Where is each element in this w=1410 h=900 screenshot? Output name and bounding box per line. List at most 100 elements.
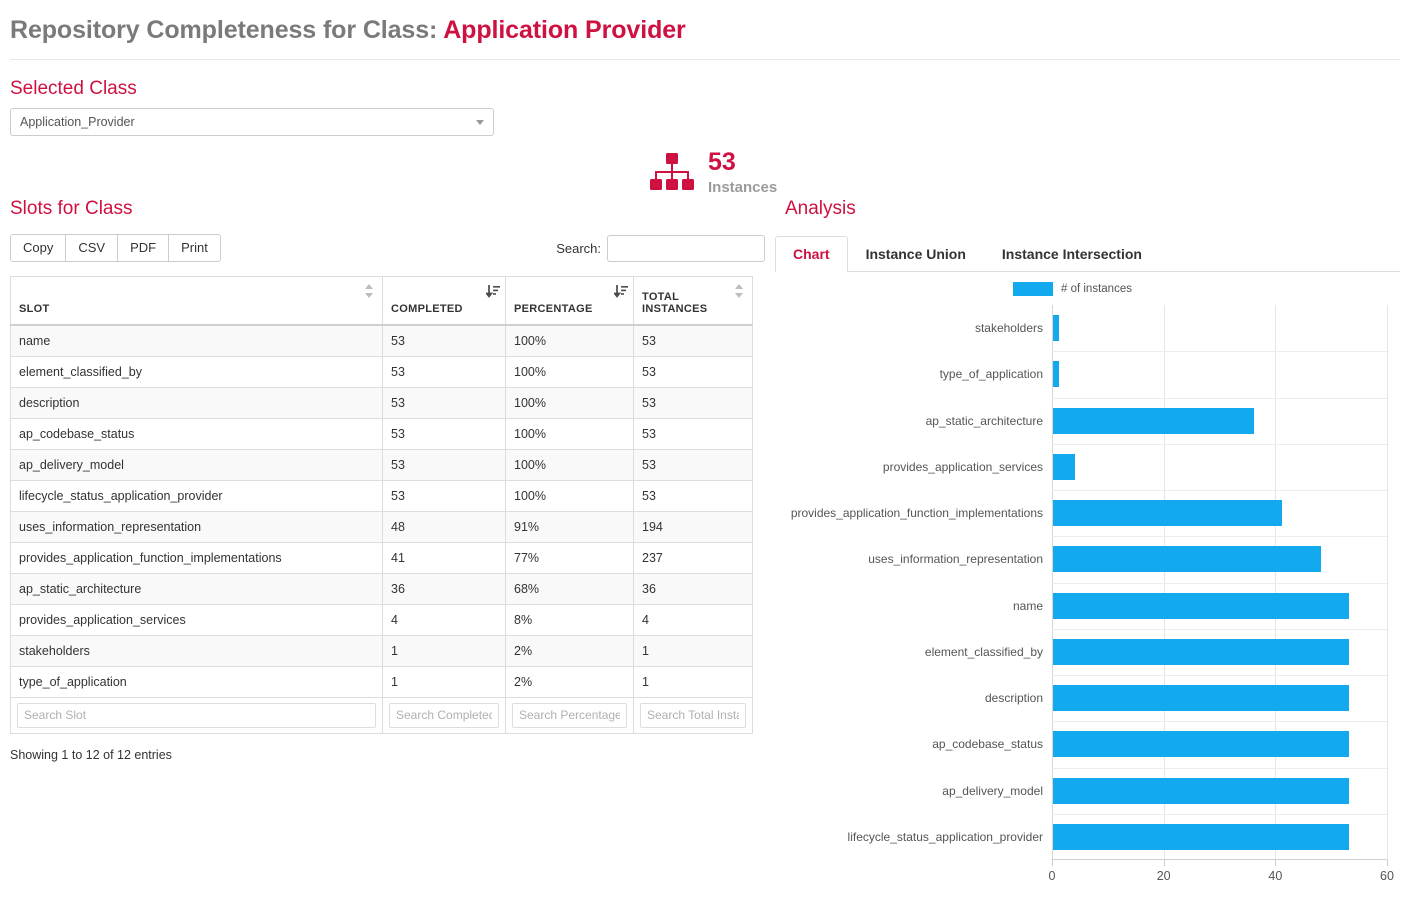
chart-y-axis-label: element_classified_by — [924, 644, 1043, 659]
column-header-total-instances-label: TOTAL INSTANCES — [642, 290, 708, 315]
cell-completed: 36 — [382, 572, 506, 605]
cell-total-instances: 53 — [633, 386, 753, 419]
chart-y-axis-label: provides_application_function_implementa… — [790, 506, 1043, 521]
chart-horizontal-gridline — [1052, 767, 1387, 769]
chart-bar[interactable] — [1053, 500, 1282, 527]
table-row: description 53 100% 53 — [10, 386, 753, 419]
print-button[interactable]: Print — [168, 234, 221, 262]
chart-bar[interactable] — [1053, 361, 1059, 388]
chart-y-axis-label: ap_delivery_model — [942, 783, 1043, 798]
cell-total-instances: 1 — [633, 634, 753, 667]
cell-slot: lifecycle_status_application_provider — [10, 479, 383, 512]
table-row: stakeholders 1 2% 1 — [10, 634, 753, 667]
chart-horizontal-gridline — [1052, 397, 1387, 399]
cell-total-instances: 53 — [633, 448, 753, 481]
chart-bar[interactable] — [1053, 453, 1076, 480]
cell-total-instances: 36 — [633, 572, 753, 605]
chart-bar[interactable] — [1053, 592, 1349, 619]
chart-horizontal-gridline — [1052, 721, 1387, 723]
table-toolbar: Copy CSV PDF Print Search: — [10, 228, 765, 268]
cell-total-instances: 53 — [633, 355, 753, 388]
column-header-slot[interactable]: SLOT — [10, 276, 383, 326]
chart-bar[interactable] — [1053, 823, 1349, 850]
analysis-panel: Analysis Chart Instance Union Instance I… — [775, 180, 1410, 883]
chart-horizontal-gridline — [1052, 628, 1387, 630]
slots-table-body: name 53 100% 53 element_classified_by 53 100% 5… — [10, 324, 753, 698]
tab-chart[interactable]: Chart — [775, 236, 848, 272]
page-title-class: Application Provider — [443, 16, 686, 44]
chart-y-axis-label: type_of_application — [939, 367, 1043, 382]
table-info: Showing 1 to 12 of 12 entries — [10, 747, 172, 762]
cell-total-instances: 1 — [633, 665, 753, 698]
column-header-percentage[interactable]: PERCENTAGE — [505, 276, 634, 326]
cell-completed: 53 — [382, 355, 506, 388]
cell-slot: ap_codebase_status — [10, 417, 383, 450]
footer-search-total-instances[interactable] — [640, 702, 746, 728]
footer-search-slot[interactable] — [17, 702, 376, 728]
table-row: type_of_application 1 2% 1 — [10, 665, 753, 698]
chart-y-axis-label: uses_information_representation — [868, 552, 1043, 567]
sort-both-icon — [733, 284, 745, 298]
table-row: provides_application_services 4 8% 4 — [10, 603, 753, 636]
tab-instance-intersection[interactable]: Instance Intersection — [984, 236, 1160, 272]
chart-x-tick-mark — [1052, 860, 1053, 866]
cell-total-instances: 237 — [633, 541, 753, 574]
cell-completed: 48 — [382, 510, 506, 543]
cell-completed: 1 — [382, 665, 506, 698]
csv-button[interactable]: CSV — [65, 234, 119, 262]
table-row: uses_information_representation 48 91% 194 — [10, 510, 753, 543]
cell-completed: 4 — [382, 603, 506, 636]
legend-label-instances: # of instances — [1061, 283, 1132, 295]
cell-percentage: 68% — [505, 572, 634, 605]
chart-bar[interactable] — [1053, 407, 1254, 434]
chart-horizontal-gridline — [1052, 582, 1387, 584]
tab-instance-union[interactable]: Instance Union — [848, 236, 984, 272]
chart-y-axis-label: provides_application_services — [882, 459, 1043, 474]
chart-bar[interactable] — [1053, 731, 1349, 758]
column-header-total-instances[interactable]: TOTAL INSTANCES — [633, 276, 753, 326]
chart-y-axis-label: ap_codebase_status — [932, 737, 1043, 752]
table-row: provides_application_function_implementa… — [10, 541, 753, 574]
instances-count: 53 — [708, 148, 736, 176]
export-button-group: Copy CSV PDF Print — [10, 234, 221, 262]
search-input[interactable] — [607, 234, 765, 262]
chart-x-tick-label: 60 — [1380, 869, 1394, 883]
cell-total-instances: 194 — [633, 510, 753, 543]
chart-x-tick-label: 20 — [1156, 869, 1171, 883]
column-header-completed[interactable]: COMPLETED — [382, 276, 506, 326]
cell-completed: 53 — [382, 324, 506, 357]
legend-swatch-instances — [1013, 282, 1053, 296]
chart-vertical-gridline — [1387, 305, 1388, 860]
instances-stat: 53 Instances — [650, 150, 777, 195]
table-row: ap_codebase_status 53 100% 53 — [10, 417, 753, 450]
chart-bar[interactable] — [1053, 315, 1059, 342]
chart-bar[interactable] — [1053, 685, 1349, 712]
class-select[interactable]: Application_Provider — [10, 108, 494, 136]
footer-search-completed[interactable] — [389, 702, 499, 728]
cell-slot: uses_information_representation — [10, 510, 383, 543]
copy-button[interactable]: Copy — [10, 234, 67, 262]
chart-x-axis — [1052, 859, 1387, 860]
cell-slot: element_classified_by — [10, 355, 383, 388]
cell-slot: name — [10, 324, 383, 357]
cell-percentage: 91% — [505, 510, 634, 543]
slots-table: SLOT COMPLETED PERCENTAGE TOTAL INSTANCE… — [10, 276, 753, 734]
instances-bar-chart: # of instances stakeholders type_of_appli… — [775, 278, 1410, 883]
cell-completed: 53 — [382, 479, 506, 512]
column-header-percentage-label: PERCENTAGE — [514, 302, 593, 315]
chart-x-tick-mark — [1387, 860, 1388, 866]
selected-class-section: Selected Class Application_Provider 53 I… — [0, 60, 1410, 195]
chart-bar[interactable] — [1053, 777, 1349, 804]
pdf-button[interactable]: PDF — [117, 234, 170, 262]
cell-slot: provides_application_function_implementa… — [10, 541, 383, 574]
chart-bar[interactable] — [1053, 546, 1321, 573]
analysis-tabs: Chart Instance Union Instance Intersecti… — [775, 236, 1400, 272]
cell-slot: ap_delivery_model — [10, 448, 383, 481]
column-header-completed-label: COMPLETED — [391, 302, 463, 315]
chart-plot-area: stakeholders type_of_application ap_static… — [791, 305, 1394, 883]
chart-y-axis-label: ap_static_architecture — [925, 413, 1043, 428]
chart-x-tick-mark — [1163, 860, 1165, 866]
footer-search-percentage[interactable] — [512, 702, 627, 728]
chart-bar[interactable] — [1053, 638, 1349, 665]
cell-percentage: 100% — [505, 479, 634, 512]
